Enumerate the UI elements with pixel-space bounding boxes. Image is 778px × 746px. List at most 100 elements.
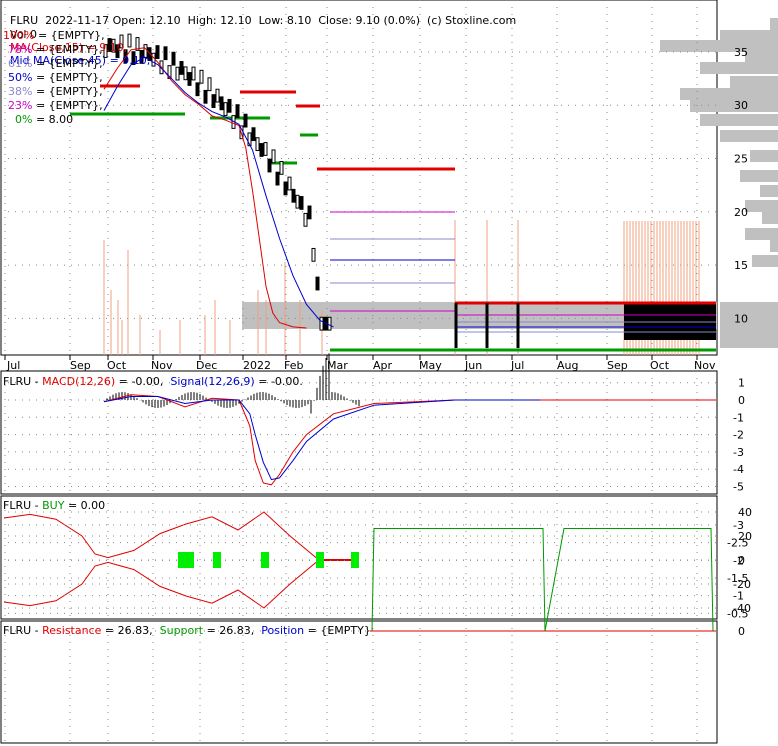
- price-candle: [255, 137, 260, 152]
- position-value: = {EMPTY}: [304, 624, 371, 637]
- x-tick-label: Oct: [107, 359, 127, 372]
- fib-pct: 50%: [8, 71, 33, 84]
- price-candle: [291, 188, 296, 203]
- x-tick-label: Jul: [510, 359, 524, 372]
- panel-name: FLRU -: [3, 499, 43, 512]
- panel-name: FLRU -: [3, 375, 43, 388]
- macd-y-tick-label: -3: [733, 446, 744, 459]
- price-candle: [263, 142, 268, 156]
- price-y-tick-label: 30: [734, 99, 748, 112]
- price-y-tick-label: 10: [734, 312, 748, 325]
- sr-y-tick-label: -1: [733, 590, 744, 603]
- price-candle: [235, 104, 240, 119]
- x-tick-label: Sep: [70, 359, 91, 372]
- sr-y-tick-label: -2.5: [727, 537, 748, 550]
- position-label: Position: [261, 624, 305, 637]
- sr-panel-title: FLRU - Resistance = 26.83, Support = 26.…: [3, 624, 371, 637]
- price-candle: [307, 205, 312, 220]
- price-candle: [171, 51, 176, 66]
- fib-value: = {EMPTY},: [35, 71, 103, 84]
- price-candle: [199, 69, 204, 84]
- buy-signal-marker: [213, 552, 221, 568]
- price-candle: [203, 89, 208, 104]
- x-tick-label: Apr: [373, 359, 393, 372]
- volume-profile-bar: [760, 185, 778, 197]
- fib-value: = {EMPTY},: [37, 29, 105, 42]
- x-tick-label: Nov: [151, 359, 173, 372]
- signal-value: = -0.00.: [254, 375, 303, 388]
- position-line: [371, 528, 714, 632]
- fib-pct: 100%: [3, 29, 35, 42]
- price-y-tick-label: 15: [734, 259, 748, 272]
- volume-profile-bar: [720, 302, 778, 348]
- fib-value: = {EMPTY},: [35, 85, 103, 98]
- volume-profile-bar: [680, 88, 778, 100]
- price-candle: [151, 52, 156, 67]
- x-tick-label: 2022: [243, 359, 271, 372]
- fib-value: = 8.00: [35, 113, 74, 126]
- sr-y-tick-label: -2: [733, 554, 744, 567]
- macd-line: [103, 394, 550, 486]
- price-candle: [271, 149, 276, 164]
- volume-profile-bar: [700, 62, 778, 74]
- panel-frame-1: [0, 370, 718, 495]
- buy-signal-marker: [316, 552, 324, 568]
- price-candle: [251, 127, 256, 142]
- buy-label: BUY: [42, 499, 65, 512]
- volume-profile-bar: [700, 114, 778, 126]
- fib-pct: 23%: [8, 99, 33, 112]
- volume-profile-bar: [660, 40, 778, 52]
- fib-value: = {EMPTY},: [35, 99, 103, 112]
- x-tick-label: Jul: [6, 359, 20, 372]
- volume-profile-bar: [720, 130, 778, 142]
- ma-short-line: [103, 47, 307, 329]
- price-y-tick-label: 20: [734, 206, 748, 219]
- price-candle: [299, 196, 304, 210]
- price-candle: [311, 247, 316, 262]
- fib-value: = {EMPTY},: [35, 43, 103, 56]
- price-candle: [179, 61, 184, 75]
- resistance-label: Resistance: [42, 624, 102, 637]
- x-tick-label: Aug: [557, 359, 578, 372]
- price-candle: [187, 72, 192, 86]
- volume-profile-bar: [730, 76, 778, 88]
- x-tick-label: Oct: [650, 359, 670, 372]
- macd-y-tick-label: -5: [733, 481, 744, 494]
- price-candle: [243, 113, 248, 128]
- sr-y-tick-label: 0: [738, 625, 745, 638]
- buy-y-tick-label: 40: [738, 506, 752, 519]
- macd-y-tick-label: -2: [733, 429, 744, 442]
- panel-name: FLRU -: [3, 624, 43, 637]
- volume-profile-bar: [745, 228, 778, 240]
- fib-legend-item: 61% = {EMPTY},: [3, 57, 105, 71]
- price-y-tick-label: 25: [734, 153, 748, 166]
- sr-y-tick-label: -3: [733, 519, 744, 532]
- x-tick-label: Mar: [327, 359, 348, 372]
- signal-label: Signal(12,26,9): [170, 375, 255, 388]
- fib-legend-item: 100% = {EMPTY},: [3, 29, 105, 43]
- price-candle: [163, 46, 168, 61]
- buy-oscillator-line: [3, 511, 317, 559]
- volume-profile-bar: [762, 212, 778, 224]
- fib-legend: 100% = {EMPTY}, 78% = {EMPTY}, 61% = {EM…: [3, 29, 105, 127]
- price-candle: [259, 143, 264, 157]
- price-candle: [219, 96, 224, 111]
- price-candle: [287, 176, 292, 191]
- price-candle: [223, 102, 228, 116]
- price-candle: [227, 98, 232, 113]
- x-tick-label: Feb: [284, 359, 303, 372]
- fib-pct: 61%: [8, 57, 33, 70]
- fib-pct: 38%: [8, 85, 33, 98]
- support-label: Support: [159, 624, 204, 637]
- price-candle: [211, 94, 216, 108]
- price-y-tick-label: 35: [734, 46, 748, 59]
- panel-frame-3: [0, 620, 718, 744]
- macd-y-tick-label: -4: [733, 463, 744, 476]
- volume-profile-bar: [770, 240, 778, 252]
- volume-profile-bar: [740, 170, 778, 182]
- signal-line: [103, 396, 550, 481]
- price-candle: [195, 82, 200, 97]
- buy-panel-title: FLRU - BUY = 0.00: [3, 499, 105, 512]
- fib-legend-item: 38% = {EMPTY},: [3, 85, 105, 99]
- fib-legend-item: 50% = {EMPTY},: [3, 71, 105, 85]
